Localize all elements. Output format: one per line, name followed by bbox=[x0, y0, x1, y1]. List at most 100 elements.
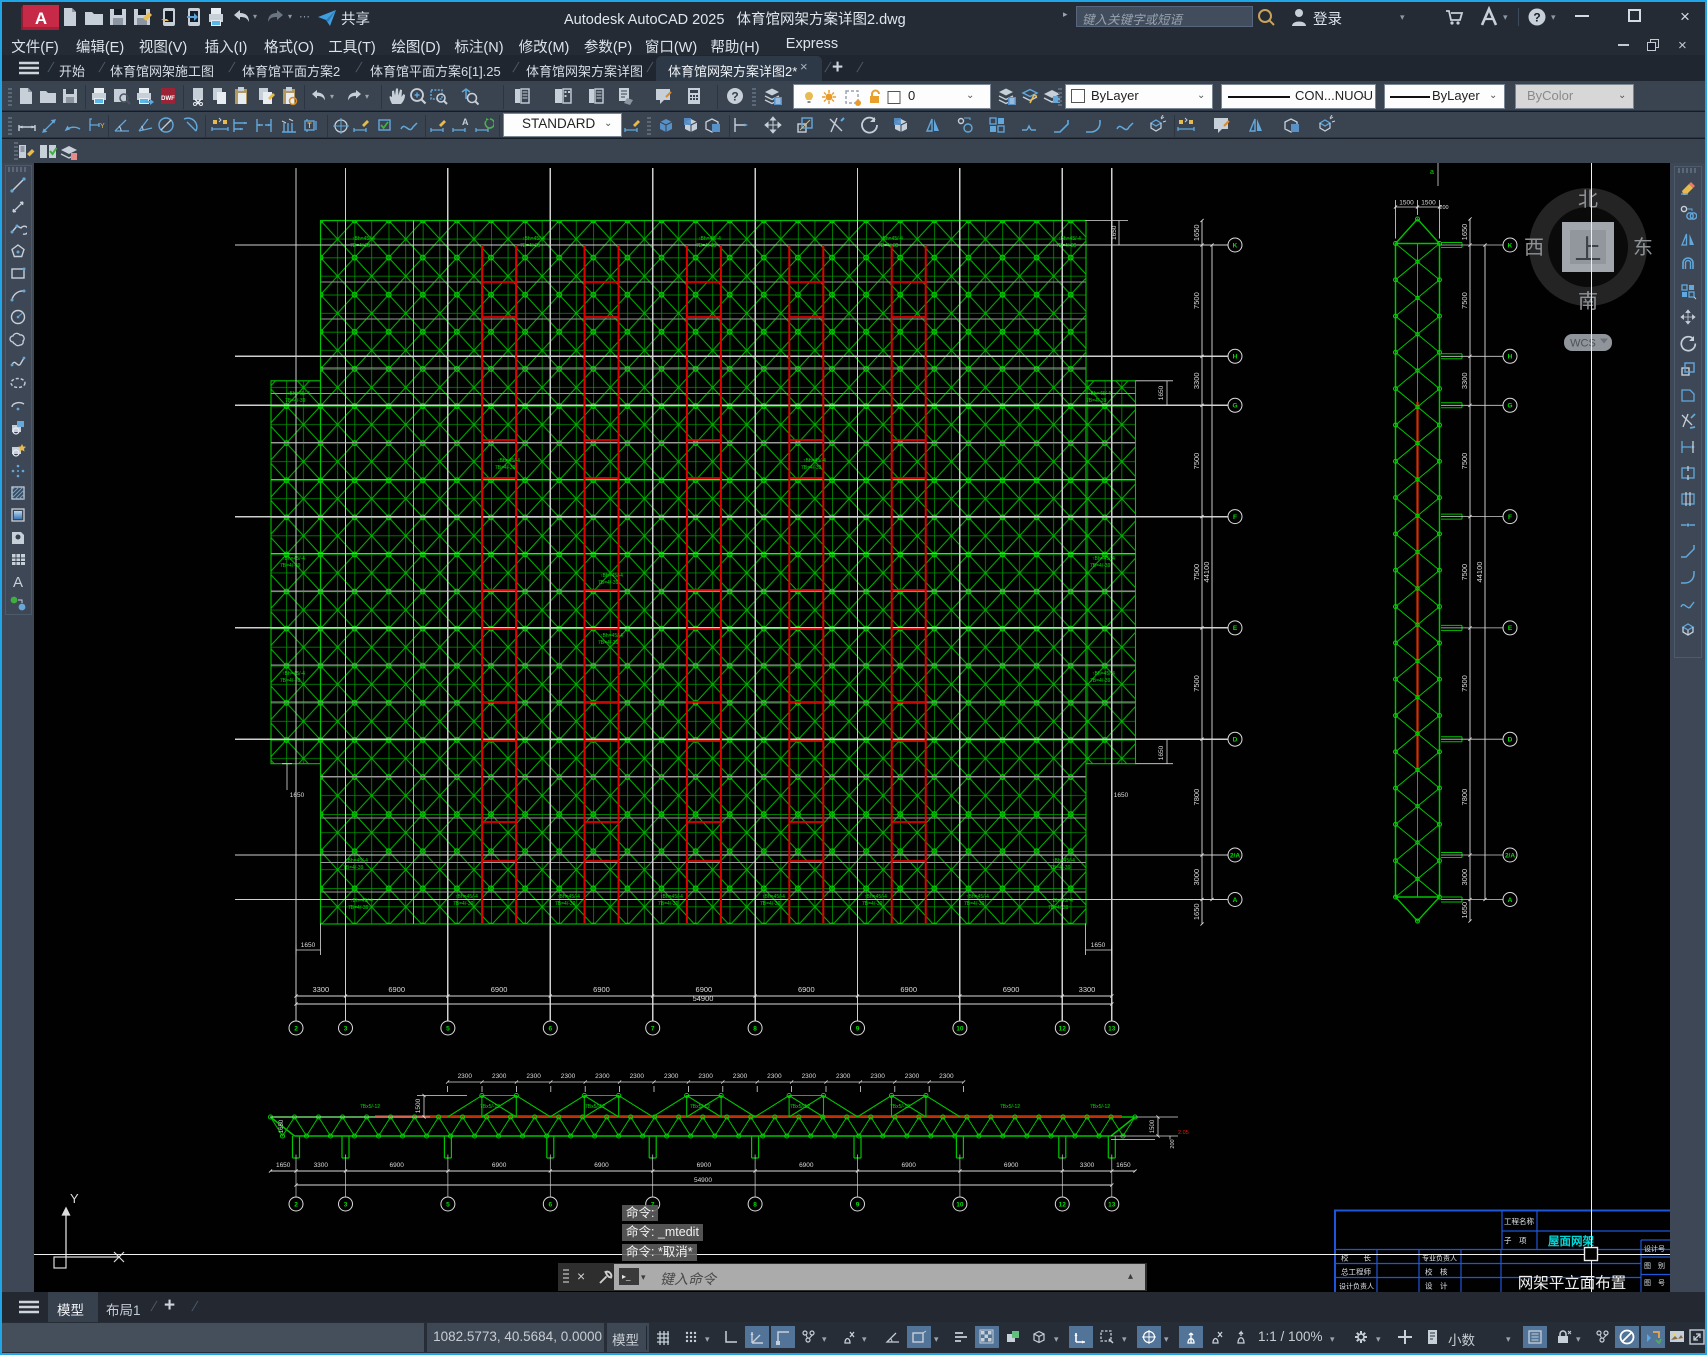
svg-text:7Bx5/-12: 7Bx5/-12 bbox=[360, 1104, 380, 1110]
svg-text:3300: 3300 bbox=[1460, 372, 1469, 389]
svg-text:7B=4/-39: 7B=4/-39 bbox=[878, 243, 899, 249]
svg-text:校 核: 校 核 bbox=[1425, 1267, 1448, 1277]
svg-text:7Bx5/-12: 7Bx5/-12 bbox=[585, 1104, 605, 1110]
svg-text:H: H bbox=[1508, 354, 1513, 361]
svg-text:↑Bh=45/-4: ↑Bh=45/-4 bbox=[864, 894, 887, 900]
svg-text:↑Bh=45/-4: ↑Bh=45/-4 bbox=[966, 894, 989, 900]
svg-text:2300: 2300 bbox=[870, 1073, 885, 1080]
svg-text:1650: 1650 bbox=[301, 942, 316, 949]
svg-text:↑Bh=45/-4: ↑Bh=45/-4 bbox=[1050, 898, 1073, 904]
svg-text:9: 9 bbox=[856, 1025, 860, 1032]
svg-text:H: H bbox=[1233, 354, 1238, 361]
svg-text:G: G bbox=[1232, 403, 1237, 410]
svg-text:7B=4/-39: 7B=4/-39 bbox=[1090, 563, 1111, 569]
svg-text:屋面网架: 屋面网架 bbox=[1548, 1234, 1594, 1248]
svg-text:6900: 6900 bbox=[900, 985, 917, 994]
svg-text:↑Bh=45/-4: ↑Bh=45/-4 bbox=[600, 633, 623, 639]
svg-text:F: F bbox=[1233, 514, 1237, 521]
svg-text:A: A bbox=[35, 9, 47, 28]
svg-text:12: 12 bbox=[1059, 1025, 1067, 1032]
svg-text:7B=4/-39: 7B=4/-39 bbox=[520, 243, 541, 249]
svg-text:3300: 3300 bbox=[312, 985, 329, 994]
svg-text:7B=4/-39: 7B=4/-39 bbox=[1056, 243, 1077, 249]
svg-text:3000: 3000 bbox=[1192, 869, 1201, 886]
svg-text:7500: 7500 bbox=[1460, 675, 1469, 692]
svg-text:6900: 6900 bbox=[389, 1162, 404, 1169]
svg-text:7Bx5/-12: 7Bx5/-12 bbox=[790, 1104, 810, 1110]
svg-text:7B=4/-39: 7B=4/-39 bbox=[696, 243, 717, 249]
svg-text:7B=4/-39: 7B=4/-39 bbox=[348, 905, 369, 911]
svg-text:6900: 6900 bbox=[697, 1162, 712, 1169]
svg-text:2: 2 bbox=[294, 1201, 298, 1208]
svg-text:↑Bh=45/-4: ↑Bh=45/-4 bbox=[352, 236, 375, 242]
svg-text:7B=4/-39: 7B=4/-39 bbox=[801, 465, 822, 471]
svg-text:3300: 3300 bbox=[1080, 1162, 1095, 1169]
svg-text:6900: 6900 bbox=[901, 1162, 916, 1169]
svg-text:↑Bh=45/-4: ↑Bh=45/-4 bbox=[880, 236, 903, 242]
svg-text:1650: 1650 bbox=[1192, 903, 1201, 920]
svg-text:7Bx5/-12: 7Bx5/-12 bbox=[480, 1104, 500, 1110]
svg-text:7B=4/-39: 7B=4/-39 bbox=[1050, 865, 1071, 871]
svg-text:1500: 1500 bbox=[1399, 200, 1414, 207]
svg-text:6900: 6900 bbox=[799, 1162, 814, 1169]
svg-text:2300: 2300 bbox=[595, 1073, 610, 1080]
svg-text:↑Bh=45/-4: ↑Bh=45/-4 bbox=[282, 556, 305, 562]
svg-text:↑Bh=45/-4: ↑Bh=45/-4 bbox=[660, 894, 683, 900]
svg-text:200: 200 bbox=[1170, 1139, 1176, 1148]
svg-text:7B=4/-39: 7B=4/-39 bbox=[280, 678, 301, 684]
svg-text:1650: 1650 bbox=[1460, 224, 1469, 241]
svg-text:DWF: DWF bbox=[161, 96, 175, 102]
svg-text:E: E bbox=[1233, 625, 1238, 632]
svg-text:↑Bh=45/-4: ↑Bh=45/-4 bbox=[1088, 391, 1111, 397]
svg-text:12: 12 bbox=[1059, 1201, 1067, 1208]
svg-text:1650: 1650 bbox=[1091, 942, 1106, 949]
svg-text:1500: 1500 bbox=[1150, 1119, 1156, 1133]
svg-text:1650: 1650 bbox=[1114, 792, 1129, 799]
svg-text:7Bx5/-12: 7Bx5/-12 bbox=[890, 1104, 910, 1110]
svg-text:1650: 1650 bbox=[1158, 385, 1165, 400]
svg-text:↑Bh=45/-4: ↑Bh=45/-4 bbox=[600, 573, 623, 579]
svg-text:200: 200 bbox=[1439, 205, 1448, 211]
svg-text:3300: 3300 bbox=[1192, 372, 1201, 389]
svg-text:7B=4/-39: 7B=4/-39 bbox=[760, 901, 781, 907]
svg-text:6900: 6900 bbox=[1003, 985, 1020, 994]
svg-text:7B=4/-39: 7B=4/-39 bbox=[555, 901, 576, 907]
svg-text:7Bx5/-12: 7Bx5/-12 bbox=[690, 1104, 710, 1110]
svg-text:2300: 2300 bbox=[492, 1073, 507, 1080]
svg-text:2300: 2300 bbox=[733, 1073, 748, 1080]
svg-text:2300: 2300 bbox=[561, 1073, 576, 1080]
svg-text:6900: 6900 bbox=[388, 985, 405, 994]
svg-text:图 号: 图 号 bbox=[1644, 1279, 1665, 1287]
svg-text:3: 3 bbox=[344, 1025, 348, 1032]
svg-text:1650: 1650 bbox=[276, 1162, 291, 1169]
svg-text:8: 8 bbox=[753, 1025, 757, 1032]
svg-text:↑Bh=45/-4: ↑Bh=45/-4 bbox=[762, 894, 785, 900]
svg-text:7B=4/-39: 7B=4/-39 bbox=[598, 580, 619, 586]
svg-text:6900: 6900 bbox=[798, 985, 815, 994]
svg-text:7B=4/-39: 7B=4/-39 bbox=[495, 465, 516, 471]
svg-text:7B=4/-39: 7B=4/-39 bbox=[598, 640, 619, 646]
svg-text:南: 南 bbox=[1578, 290, 1598, 313]
svg-text:↑Bh=45/-4: ↑Bh=45/-4 bbox=[698, 236, 721, 242]
svg-text:1650: 1650 bbox=[1192, 224, 1201, 241]
svg-text:a: a bbox=[1430, 169, 1434, 176]
svg-text:7500: 7500 bbox=[1460, 564, 1469, 581]
svg-text:1650: 1650 bbox=[1158, 745, 1165, 760]
svg-text:Y: Y bbox=[70, 1191, 79, 1206]
svg-text:1650: 1650 bbox=[1460, 902, 1469, 919]
svg-text:1650: 1650 bbox=[1116, 1162, 1131, 1169]
svg-text:6: 6 bbox=[548, 1201, 552, 1208]
svg-text:7B=4/-39: 7B=4/-39 bbox=[1086, 398, 1107, 404]
svg-text:7B=4/-39: 7B=4/-39 bbox=[658, 901, 679, 907]
svg-text:K: K bbox=[1508, 242, 1513, 249]
svg-text:7500: 7500 bbox=[1192, 675, 1201, 692]
svg-text:10: 10 bbox=[956, 1201, 964, 1208]
svg-text:10: 10 bbox=[956, 1025, 964, 1032]
svg-text:1650: 1650 bbox=[290, 792, 305, 799]
svg-text:↑Bh=45/-4: ↑Bh=45/-4 bbox=[1092, 671, 1115, 677]
svg-text:A: A bbox=[13, 574, 23, 590]
svg-text:7B=4/-39: 7B=4/-39 bbox=[453, 901, 474, 907]
svg-text:2300: 2300 bbox=[767, 1073, 782, 1080]
svg-text:西: 西 bbox=[1524, 237, 1544, 259]
svg-text:7B=4/-39: 7B=4/-39 bbox=[280, 563, 301, 569]
